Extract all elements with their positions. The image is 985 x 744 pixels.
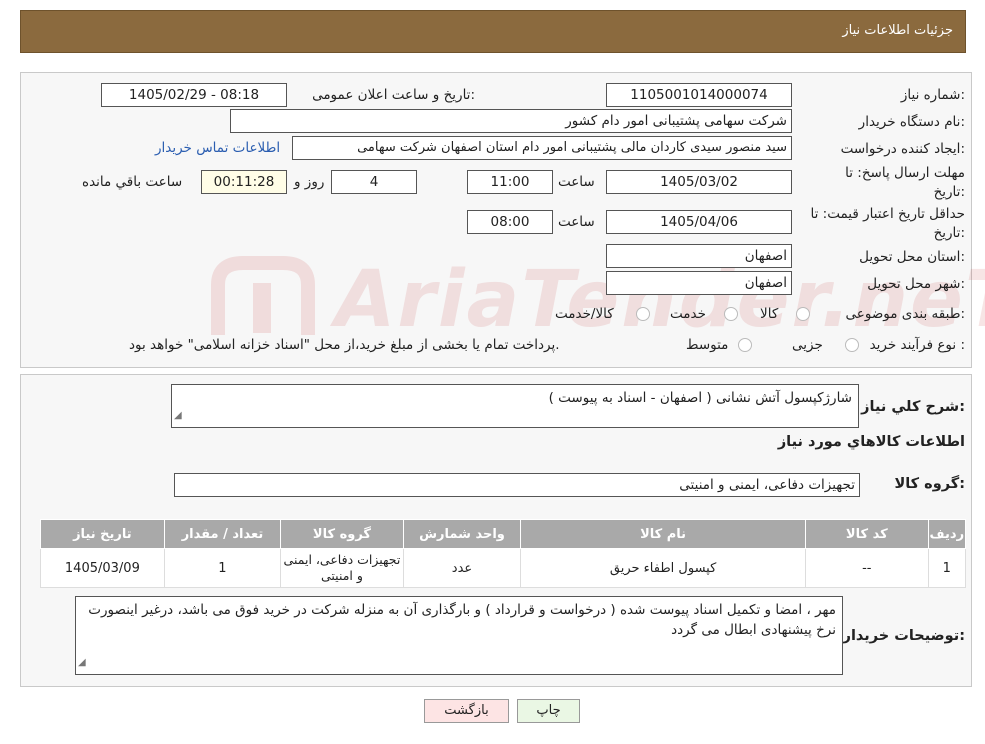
cell-qty: 1: [163, 548, 282, 588]
resize-handle-icon[interactable]: ◢: [174, 406, 182, 426]
col-date: تاریخ نیاز: [40, 519, 165, 549]
category-both-radio[interactable]: [636, 307, 650, 321]
need-number-label: شماره نیاز:: [900, 87, 965, 103]
table-row: 1 -- کپسول اطفاء حریق عدد تجهیزات دفاعی،…: [40, 548, 967, 588]
page-title: جزئیات اطلاعات نیاز: [842, 23, 953, 38]
summary-label: شرح کلي نياز:: [861, 399, 965, 415]
cell-name: کپسول اطفاء حریق: [520, 548, 806, 588]
announce-label: تاریخ و ساعت اعلان عمومی:: [312, 87, 475, 103]
remaining-time-field: 00:11:28: [201, 170, 287, 194]
validity-label-2: تاریخ:: [933, 225, 965, 241]
col-code: کد کالا: [804, 519, 929, 549]
process-medium-radio[interactable]: [738, 338, 752, 352]
days-field: 4: [331, 170, 417, 194]
validity-time-label: ساعت: [558, 214, 595, 230]
validity-date-field: 1405/04/06: [606, 210, 792, 234]
process-label: نوع فرآیند خرید :: [869, 337, 965, 353]
requester-label: ایجاد کننده درخواست:: [840, 141, 965, 157]
category-service-label: خدمت: [670, 306, 706, 322]
process-medium-label: متوسط: [686, 337, 729, 353]
remaining-label: ساعت باقي مانده: [82, 174, 183, 190]
process-note: پرداخت تمام یا بخشی از مبلغ خرید،از محل …: [129, 337, 560, 353]
col-name: نام کالا: [520, 519, 806, 549]
process-minor-label: جزیی: [792, 337, 823, 353]
goods-section-title: اطلاعات کالاهاي مورد نياز: [777, 434, 965, 450]
category-both-label: کالا/خدمت: [555, 306, 614, 322]
category-goods-radio[interactable]: [796, 307, 810, 321]
category-label: طبقه بندی موضوعی:: [845, 306, 965, 322]
cell-row: 1: [927, 548, 967, 588]
col-qty: تعداد / مقدار: [163, 519, 282, 549]
process-minor-radio[interactable]: [845, 338, 859, 352]
col-group: گروه کالا: [280, 519, 404, 549]
province-label: استان محل تحویل:: [859, 249, 965, 265]
print-button[interactable]: چاپ: [517, 699, 580, 723]
category-goods-label: کالا: [760, 306, 779, 322]
watermark-logo-icon: [211, 256, 315, 335]
need-number-field: 1105001014000074: [606, 83, 792, 107]
deadline-time-field: 11:00: [467, 170, 553, 194]
buyer-notes-label: توضیحات خریدار:: [842, 628, 965, 644]
summary-text: شارژکپسول آتش نشانی ( اصفهان - اسناد به …: [548, 390, 852, 406]
watermark-text: AriaTender.neT: [335, 255, 985, 345]
buyer-org-label: نام دستگاه خریدار:: [858, 114, 965, 130]
deadline-date-field: 1405/03/02: [606, 170, 792, 194]
validity-label: حداقل تاریخ اعتبار قیمت: تا: [810, 206, 965, 222]
resize-handle-icon[interactable]: ◢: [78, 653, 86, 673]
cell-date: 1405/03/09: [40, 548, 165, 588]
back-button[interactable]: بازگشت: [424, 699, 509, 723]
goods-table: ردیف کد کالا نام کالا واحد شمارش گروه کا…: [40, 519, 967, 588]
city-field: اصفهان: [606, 271, 792, 295]
deadline-label-2: تاریخ:: [933, 184, 965, 200]
col-unit: واحد شمارش: [402, 519, 522, 549]
validity-time-field: 08:00: [467, 210, 553, 234]
cell-unit: عدد: [402, 548, 522, 588]
goods-group-field: تجهیزات دفاعی، ایمنی و امنیتی: [174, 473, 860, 497]
requester-field: سید منصور سیدی کاردان مالی پشتیبانی امور…: [292, 136, 792, 160]
table-header-row: ردیف کد کالا نام کالا واحد شمارش گروه کا…: [40, 519, 967, 549]
days-label: روز و: [294, 174, 325, 190]
summary-textarea: شارژکپسول آتش نشانی ( اصفهان - اسناد به …: [171, 384, 859, 428]
page-header: جزئیات اطلاعات نیاز: [20, 10, 966, 53]
deadline-label: مهلت ارسال پاسخ: تا: [845, 165, 965, 181]
buyer-org-field: شرکت سهامی پشتیبانی امور دام کشور: [230, 109, 792, 133]
contact-info-link[interactable]: اطلاعات تماس خریدار: [155, 140, 280, 156]
cell-code: --: [804, 548, 929, 588]
announce-field: 1405/02/29 - 08:18: [101, 83, 287, 107]
goods-group-label: گروه کالا:: [894, 476, 965, 492]
col-row: ردیف: [927, 519, 967, 549]
deadline-time-label: ساعت: [558, 174, 595, 190]
buyer-notes-textarea: مهر ، امضا و تکمیل اسناد پیوست شده ( درخ…: [75, 596, 843, 675]
cell-group: تجهیزات دفاعی، ایمنی و امنیتی: [280, 548, 404, 588]
buyer-notes-text: مهر ، امضا و تکمیل اسناد پیوست شده ( درخ…: [88, 602, 836, 638]
city-label: شهر محل تحویل:: [867, 276, 965, 292]
province-field: اصفهان: [606, 244, 792, 268]
category-service-radio[interactable]: [724, 307, 738, 321]
